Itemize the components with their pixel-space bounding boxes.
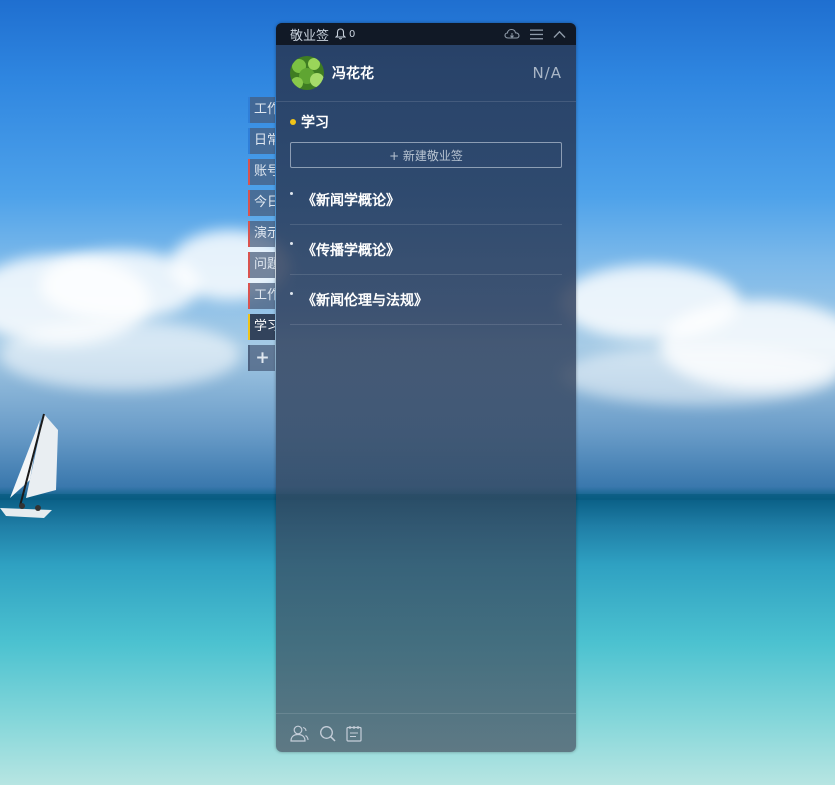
note-bullet	[290, 242, 293, 245]
tab-work-2[interactable]: 工作	[248, 283, 275, 309]
note-bullet	[290, 292, 293, 295]
search-button[interactable]	[319, 725, 336, 742]
note-item[interactable]: 《传播学概论》	[290, 225, 562, 275]
cloud-sync-button[interactable]	[504, 28, 520, 40]
bell-icon	[335, 28, 347, 40]
user-header: 冯花花 N/A	[276, 45, 576, 102]
contacts-button[interactable]	[290, 725, 309, 742]
tab-accounts[interactable]: 账号	[248, 159, 275, 185]
menu-button[interactable]	[530, 29, 543, 40]
avatar[interactable]	[290, 56, 324, 90]
notepad-icon	[346, 725, 362, 742]
sticky-note-panel: 敬业签 0 冯花花 N/A 学习 + 新建敬业签 《新闻学概论》 《传播学概论》…	[276, 23, 576, 752]
tab-today[interactable]: 今日	[248, 190, 275, 216]
cloud	[560, 345, 835, 405]
search-icon	[320, 725, 336, 742]
notebook-tabs: 工作 日常 账号 今日 演示 问题 工作 学习 +	[248, 97, 278, 376]
category-header: 学习	[276, 102, 576, 142]
collapse-button[interactable]	[553, 30, 566, 39]
notepad-button[interactable]	[346, 725, 362, 742]
note-item[interactable]: 《新闻学概论》	[290, 175, 562, 225]
bottom-toolbar	[276, 713, 576, 752]
menu-icon	[530, 29, 543, 39]
app-title: 敬业签	[290, 28, 330, 44]
user-status: N/A	[532, 64, 562, 82]
note-bullet	[290, 192, 293, 195]
tab-study[interactable]: 学习	[248, 314, 275, 340]
notification-indicator[interactable]: 0	[335, 28, 355, 40]
note-item[interactable]: 《新闻伦理与法规》	[290, 275, 562, 325]
new-note-button[interactable]: + 新建敬业签	[290, 142, 562, 168]
user-name[interactable]: 冯花花	[332, 63, 374, 83]
tab-work[interactable]: 工作	[248, 97, 275, 123]
category-label: 学习	[301, 115, 329, 131]
notification-count: 0	[349, 28, 356, 40]
note-title: 《新闻学概论》	[302, 192, 400, 209]
titlebar: 敬业签 0	[276, 23, 576, 45]
note-title: 《传播学概论》	[302, 242, 400, 259]
cloud-sync-icon	[504, 28, 520, 39]
note-title: 《新闻伦理与法规》	[302, 292, 428, 309]
tab-issues[interactable]: 问题	[248, 252, 275, 278]
add-tab-button[interactable]: +	[248, 345, 275, 371]
contacts-icon	[290, 725, 309, 742]
cloud	[0, 320, 240, 390]
category-dot	[290, 119, 296, 125]
tab-demo[interactable]: 演示	[248, 221, 275, 247]
tab-daily[interactable]: 日常	[248, 128, 275, 154]
note-list: 《新闻学概论》 《传播学概论》 《新闻伦理与法规》	[276, 175, 576, 325]
sailboat-image	[0, 413, 58, 518]
desktop-wallpaper: 工作 日常 账号 今日 演示 问题 工作 学习 + 敬业签 0	[0, 0, 835, 785]
collapse-icon	[553, 30, 566, 38]
avatar-image	[290, 56, 324, 90]
